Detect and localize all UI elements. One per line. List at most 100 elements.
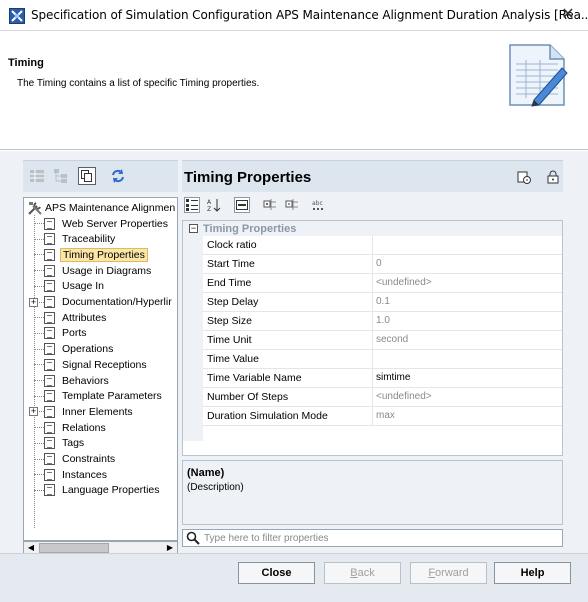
property-value[interactable]	[373, 236, 562, 254]
help-button[interactable]: Help	[494, 562, 571, 584]
property-value[interactable]: 0.1	[373, 293, 562, 311]
tree-connector	[34, 285, 44, 287]
expand-all-icon[interactable]	[262, 197, 278, 213]
property-page-icon	[44, 484, 55, 497]
tree-item-label: Instances	[62, 468, 107, 481]
copy-icon[interactable]	[78, 167, 96, 185]
property-name: Step Size	[203, 312, 373, 330]
property-row[interactable]: Start Time 0	[203, 255, 562, 274]
refresh-icon[interactable]	[109, 167, 127, 185]
property-page-icon	[44, 468, 55, 481]
property-row[interactable]: Duration Simulation Mode max	[203, 407, 562, 426]
properties-toolbar: AZ abc	[182, 194, 563, 216]
lock-icon[interactable]	[547, 170, 559, 184]
property-page-icon	[44, 233, 55, 246]
property-row[interactable]: Number Of Steps <undefined>	[203, 388, 562, 407]
tree-item[interactable]: Language Properties	[44, 483, 162, 498]
tree-item[interactable]: Operations	[44, 342, 115, 357]
property-row[interactable]: Time Value	[203, 350, 562, 369]
tree-item[interactable]: Relations	[44, 420, 108, 435]
tree-item-label: Inner Elements	[62, 405, 133, 418]
tree-item[interactable]: Instances	[44, 467, 109, 482]
specification-tree[interactable]: APS Maintenance Alignmen Web Server Prop…	[23, 197, 178, 541]
dialog-header: Timing The Timing contains a list of spe…	[0, 31, 588, 150]
property-value[interactable]: simtime	[373, 369, 562, 387]
property-value[interactable]: second	[373, 331, 562, 349]
tree-item[interactable]: Inner Elements	[44, 404, 135, 419]
filter-input[interactable]	[204, 532, 544, 544]
property-value[interactable]: 1.0	[373, 312, 562, 330]
properties-panel: Timing Properties AZ abc − Timing Proper…	[182, 160, 563, 550]
tree-item[interactable]: Signal Receptions	[44, 357, 149, 372]
tree-item[interactable]: Attributes	[44, 310, 108, 325]
tree-toolbar	[23, 160, 178, 192]
tree-connector	[34, 317, 44, 319]
tree-item[interactable]: Usage In	[44, 279, 106, 294]
expert-mode-icon[interactable]	[234, 197, 250, 213]
property-value[interactable]: 0	[373, 255, 562, 273]
property-page-icon	[44, 311, 55, 324]
property-row[interactable]: Clock ratio	[203, 236, 562, 255]
tree-root[interactable]: APS Maintenance Alignmen	[28, 200, 175, 215]
property-row[interactable]: Step Size 1.0	[203, 312, 562, 331]
show-abbreviations-icon[interactable]: abc	[310, 197, 326, 213]
svg-text:A: A	[207, 199, 212, 206]
close-button[interactable]: Close	[238, 562, 315, 584]
property-row[interactable]: End Time <undefined>	[203, 274, 562, 293]
property-value[interactable]: max	[373, 407, 562, 425]
expand-plus-icon[interactable]: +	[29, 407, 38, 417]
tree-connector	[34, 332, 44, 334]
close-icon[interactable]: ✕	[558, 5, 578, 25]
property-value[interactable]	[373, 350, 562, 368]
tree-connector	[34, 223, 44, 224]
tree-item-label: Timing Properties	[60, 247, 148, 262]
property-page-icon	[44, 405, 55, 418]
scroll-thumb[interactable]	[39, 543, 109, 553]
sort-alphabetical-icon[interactable]: AZ	[206, 197, 222, 213]
tree-item[interactable]: Tags	[44, 436, 86, 451]
grid-icon[interactable]	[28, 167, 46, 185]
back-button[interactable]: Back	[324, 562, 401, 584]
tree-item-label: Usage In	[62, 280, 105, 293]
property-value[interactable]: <undefined>	[373, 274, 562, 292]
tree-connector	[34, 364, 44, 366]
tree-item[interactable]: Documentation/Hyperlir	[44, 295, 174, 310]
tree-item[interactable]: Web Server Properties	[44, 216, 170, 231]
element-navigate-icon[interactable]	[517, 170, 531, 184]
tree-item[interactable]: Ports	[44, 326, 89, 341]
property-page-icon	[44, 327, 55, 340]
expand-plus-icon[interactable]: +	[29, 297, 38, 307]
tree-item-label: Signal Receptions	[62, 358, 147, 371]
tree-item[interactable]: Template Parameters	[44, 389, 164, 404]
property-page-icon	[44, 280, 55, 293]
tree-item-label: Attributes	[62, 311, 107, 324]
property-row[interactable]: Time Unit second	[203, 331, 562, 350]
tree-item[interactable]: Behaviors	[44, 373, 111, 388]
tree-structure-icon[interactable]	[52, 167, 70, 185]
property-value[interactable]: <undefined>	[373, 388, 562, 406]
svg-text:Z: Z	[207, 206, 211, 212]
tree-connector	[34, 380, 44, 381]
property-row[interactable]: Step Delay 0.1	[203, 293, 562, 312]
property-group-header[interactable]: − Timing Properties	[183, 221, 562, 236]
collapse-all-icon[interactable]	[284, 197, 300, 213]
property-row[interactable]: Time Variable Name simtime	[203, 369, 562, 388]
window-titlebar: Specification of Simulation Configuratio…	[0, 0, 588, 31]
tree-connector	[34, 474, 44, 476]
property-page-icon	[44, 421, 55, 434]
tree-connector	[34, 238, 44, 240]
tree-item[interactable]: Usage in Diagrams	[44, 263, 153, 278]
tree-item-label: Documentation/Hyperlir	[62, 296, 172, 308]
tree-item[interactable]: Traceability	[44, 232, 117, 247]
categorized-view-icon[interactable]	[184, 197, 200, 213]
description-text: (Description)	[187, 482, 244, 493]
tree-item[interactable]: Timing Properties	[44, 247, 148, 262]
forward-label-rest: orward	[435, 567, 469, 579]
tree-item-label: Relations	[62, 421, 106, 434]
tree-item-label: Ports	[62, 327, 87, 340]
svg-text:abc: abc	[312, 200, 323, 207]
collapse-group-icon[interactable]: −	[189, 224, 198, 233]
tools-icon	[28, 201, 42, 215]
forward-button[interactable]: Forward	[410, 562, 487, 584]
tree-item[interactable]: Constraints	[44, 452, 117, 467]
